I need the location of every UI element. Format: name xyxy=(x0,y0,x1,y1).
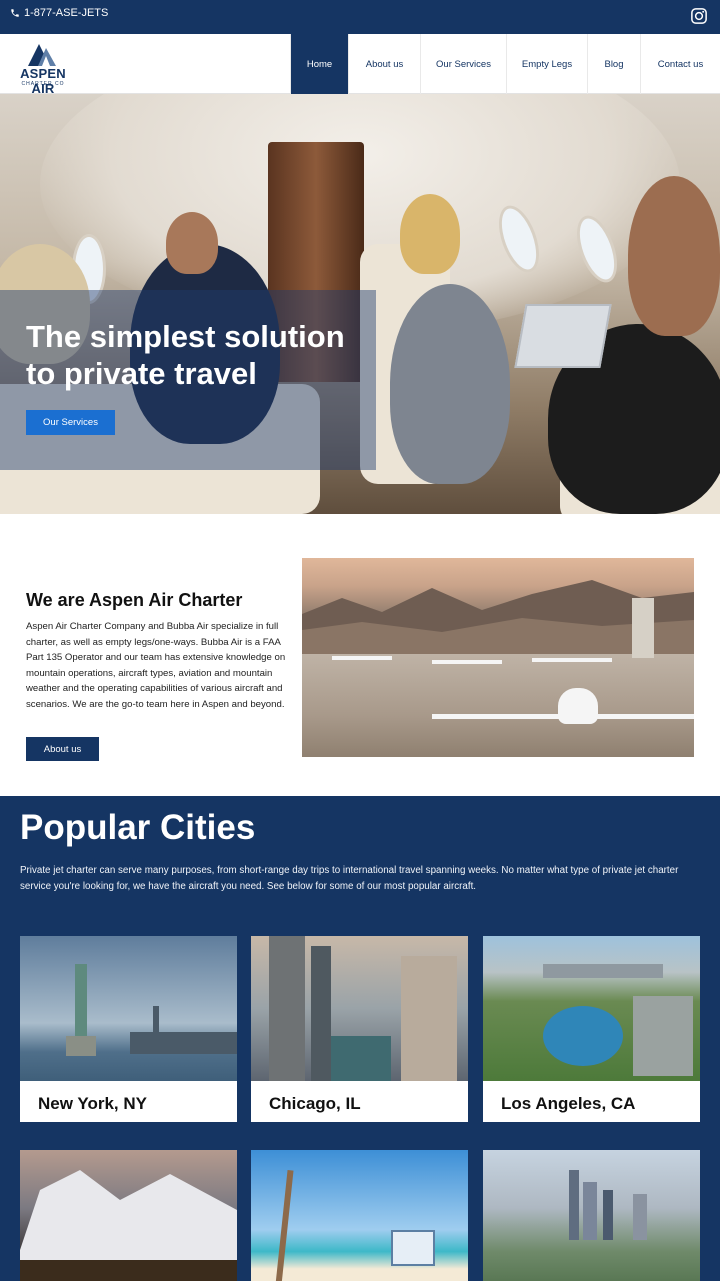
aspen-mountain-image xyxy=(20,1150,237,1281)
about-us-button[interactable]: About us xyxy=(26,737,99,761)
hero-banner: The simplest solution to private travel … xyxy=(0,94,720,514)
new-york-image xyxy=(20,936,237,1081)
phone-number: 1-877-ASE-JETS xyxy=(24,7,109,19)
city-card-los-angeles[interactable]: Los Angeles, CA xyxy=(483,936,700,1122)
chicago-image xyxy=(251,936,468,1081)
city-card-new-york[interactable]: New York, NY xyxy=(20,936,237,1122)
popular-cities-intro: Private jet charter can serve many purpo… xyxy=(20,865,679,892)
houston-skyline-image xyxy=(483,1150,700,1281)
about-paragraph: Aspen Air Charter Company and Bubba Air … xyxy=(26,621,286,710)
top-bar: 1-877-ASE-JETS xyxy=(0,0,720,34)
city-name: New York, NY xyxy=(38,1094,147,1113)
city-card-chicago[interactable]: Chicago, IL xyxy=(251,936,468,1122)
popular-cities-section: Popular Cities Private jet charter can s… xyxy=(0,796,720,1281)
popular-cities-heading: Popular Cities xyxy=(20,808,256,847)
our-services-button[interactable]: Our Services xyxy=(26,410,115,435)
about-heading: We are Aspen Air Charter xyxy=(26,590,243,610)
nav-item-empty-legs[interactable]: Empty Legs xyxy=(506,34,587,94)
brand-logo[interactable]: ASPEN AIR CHARTER CO xyxy=(12,42,74,96)
hero-title: The simplest solution to private travel xyxy=(26,319,345,391)
city-card-houston[interactable] xyxy=(483,1150,700,1281)
phone-icon xyxy=(11,9,19,17)
instagram-icon[interactable] xyxy=(690,7,708,25)
city-name: Los Angeles, CA xyxy=(501,1094,636,1113)
phone-link[interactable]: 1-877-ASE-JETS xyxy=(10,7,108,19)
city-name: Chicago, IL xyxy=(269,1094,361,1113)
logo-subtitle: CHARTER CO xyxy=(21,81,65,87)
mountain-logo-icon xyxy=(28,44,56,66)
airport-jets-image xyxy=(302,558,694,757)
nav-item-home[interactable]: Home xyxy=(290,34,348,94)
city-card-beach[interactable] xyxy=(251,1150,468,1281)
los-angeles-image xyxy=(483,936,700,1081)
main-nav: ASPEN AIR CHARTER CO Home About us Our S… xyxy=(0,34,720,96)
nav-item-about-us[interactable]: About us xyxy=(348,34,420,94)
nav-item-our-services[interactable]: Our Services xyxy=(420,34,506,94)
nav-item-contact-us[interactable]: Contact us xyxy=(640,34,720,94)
city-card-aspen[interactable] xyxy=(20,1150,237,1281)
nav-item-blog[interactable]: Blog xyxy=(587,34,640,94)
beach-image xyxy=(251,1150,468,1281)
